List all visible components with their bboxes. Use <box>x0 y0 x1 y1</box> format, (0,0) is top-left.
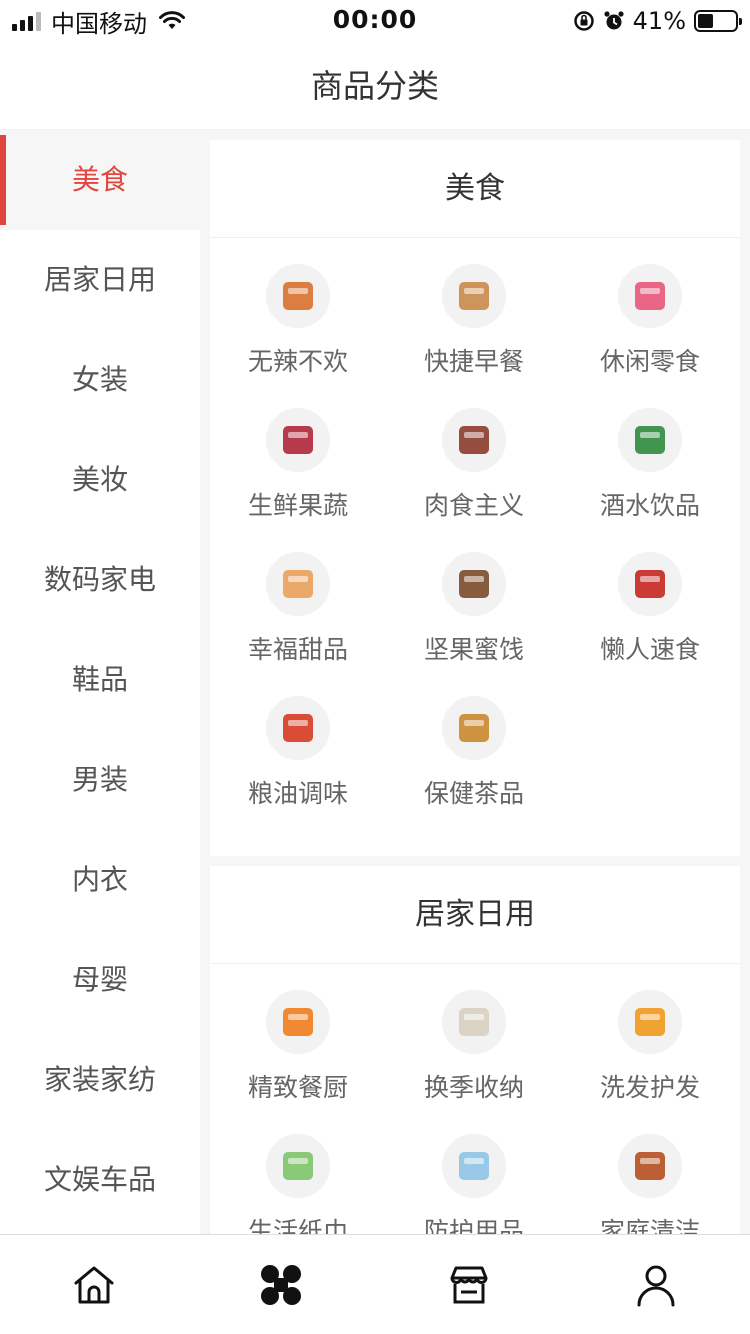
tea-box-icon <box>442 696 506 760</box>
subcategory-label: 幸福甜品 <box>247 635 348 664</box>
tab-category[interactable] <box>188 1235 376 1334</box>
sidebar-item[interactable]: 男装 <box>0 730 200 830</box>
tab-bar <box>0 1234 750 1334</box>
subcategory-label: 休闲零食 <box>599 347 700 376</box>
content-area: 美食 居家日用 女装 美妆 数码家电 鞋品 男装 内衣 母婴 家装家纺 文娱车品 美食 无辣不欢 快捷早… <box>0 130 750 1234</box>
subcategory-item[interactable]: 洗发护发 <box>562 990 738 1134</box>
subcategory-label: 无辣不欢 <box>247 347 348 376</box>
tab-profile[interactable] <box>563 1235 750 1334</box>
alarm-clock-icon <box>604 11 624 30</box>
sidebar-item[interactable]: 女装 <box>0 330 200 430</box>
sidebar-item[interactable]: 家装家纺 <box>0 1030 200 1130</box>
tab-home[interactable] <box>0 1235 188 1334</box>
subcategory-grid: 无辣不欢 快捷早餐 休闲零食生鲜果蔬 肉食主义 酒水饮品幸福甜品 坚果蜜饯 懒人速食粮油调味… <box>210 238 740 856</box>
fruits-icon <box>266 408 330 472</box>
subcategory-label: 肉食主义 <box>423 491 524 520</box>
casserole-pot-icon <box>266 990 330 1054</box>
subcategory-item[interactable]: 休闲零食 <box>562 264 738 408</box>
subcategory-label: 坚果蜜饯 <box>423 635 524 664</box>
subcategory-label: 快捷早餐 <box>423 347 524 376</box>
tissue-pack-icon <box>266 1134 330 1198</box>
sidebar-item[interactable]: 内衣 <box>0 830 200 930</box>
rotation-lock-icon <box>573 11 594 31</box>
subcategory-item[interactable]: 家庭清洁 <box>562 1134 738 1234</box>
battery-icon <box>694 10 742 32</box>
tab-store[interactable] <box>375 1235 563 1334</box>
face-mask-icon <box>442 1134 506 1198</box>
subcategory-item[interactable]: 换季收纳 <box>386 990 562 1134</box>
macarons-icon <box>266 552 330 616</box>
subcategory-label: 酒水饮品 <box>599 491 700 520</box>
subcategory-label: 换季收纳 <box>423 1073 524 1102</box>
subcategory-item[interactable]: 生鲜果蔬 <box>210 408 386 552</box>
sidebar-item[interactable]: 居家日用 <box>0 230 200 330</box>
subcategory-item[interactable]: 粮油调味 <box>210 696 386 840</box>
subcategory-item[interactable]: 无辣不欢 <box>210 264 386 408</box>
subcategory-item[interactable]: 保健茶品 <box>386 696 562 840</box>
status-bar: 中国移动 00:00 41% <box>0 0 750 42</box>
subcategory-label: 生鲜果蔬 <box>247 491 348 520</box>
spicy-meat-icon <box>266 264 330 328</box>
subcategory-label: 粮油调味 <box>247 779 348 808</box>
sidebar-item[interactable]: 美妆 <box>0 430 200 530</box>
page-title: 商品分类 <box>310 67 439 105</box>
profile-icon <box>637 1265 675 1306</box>
bread-milk-icon <box>442 264 506 328</box>
category-sidebar[interactable]: 美食 居家日用 女装 美妆 数码家电 鞋品 男装 内衣 母婴 家装家纺 文娱车品 <box>0 130 200 1234</box>
subcategory-item[interactable]: 精致餐厨 <box>210 990 386 1134</box>
shampoo-bottle-icon <box>618 990 682 1054</box>
home-icon <box>74 1266 114 1303</box>
category-icon <box>261 1264 302 1305</box>
subcategory-label: 家庭清洁 <box>599 1217 700 1234</box>
chips-bag-icon <box>618 264 682 328</box>
subcategory-label: 精致餐厨 <box>247 1073 348 1102</box>
store-icon <box>450 1266 488 1303</box>
storage-drawer-icon <box>442 990 506 1054</box>
subcategory-item[interactable]: 防护用品 <box>386 1134 562 1234</box>
category-section: 美食无辣不欢 快捷早餐 休闲零食生鲜果蔬 肉食主义 酒水饮品幸福甜品 坚果蜜饯 懒人速食粮油… <box>210 140 740 856</box>
meat-box-icon <box>442 408 506 472</box>
subcategory-item[interactable]: 肉食主义 <box>386 408 562 552</box>
sidebar-item[interactable]: 美食 <box>0 130 200 230</box>
subcategory-item[interactable]: 快捷早餐 <box>386 264 562 408</box>
bottles-icon <box>618 408 682 472</box>
sidebar-item[interactable]: 数码家电 <box>0 530 200 630</box>
subcategory-grid: 精致餐厨 换季收纳 洗发护发生活纸巾 防护用品 家庭清洁 <box>210 964 740 1234</box>
subcategory-label: 保健茶品 <box>423 779 524 808</box>
subcategory-label: 洗发护发 <box>599 1073 700 1102</box>
sidebar-item[interactable]: 鞋品 <box>0 630 200 730</box>
battery-percent: 41% <box>632 7 686 35</box>
subcategory-label: 懒人速食 <box>599 635 700 664</box>
battery-fill <box>698 14 713 28</box>
subcategory-item[interactable]: 酒水饮品 <box>562 408 738 552</box>
subcategory-item[interactable]: 生活纸巾 <box>210 1134 386 1234</box>
category-section: 居家日用精致餐厨 换季收纳 洗发护发生活纸巾 防护用品 家庭清洁 <box>210 866 740 1234</box>
sidebar-item[interactable]: 母婴 <box>0 930 200 1030</box>
subcategory-item[interactable]: 坚果蜜饯 <box>386 552 562 696</box>
nuts-box-icon <box>442 552 506 616</box>
instant-noodles-icon <box>618 552 682 616</box>
nav-bar: 商品分类 <box>0 42 750 130</box>
status-right: 41% <box>573 6 742 36</box>
oil-rice-icon <box>266 696 330 760</box>
disinfectant-bottle-icon <box>618 1134 682 1198</box>
subcategory-item[interactable]: 懒人速食 <box>562 552 738 696</box>
sidebar-item[interactable]: 文娱车品 <box>0 1130 200 1230</box>
section-title: 美食 <box>210 140 740 238</box>
subcategory-label: 生活纸巾 <box>247 1217 348 1234</box>
subcategory-item[interactable]: 幸福甜品 <box>210 552 386 696</box>
subcategory-panel[interactable]: 美食无辣不欢 快捷早餐 休闲零食生鲜果蔬 肉食主义 酒水饮品幸福甜品 坚果蜜饯 懒人速食粮油… <box>210 140 740 1234</box>
subcategory-label: 防护用品 <box>423 1217 524 1234</box>
section-title: 居家日用 <box>210 866 740 964</box>
